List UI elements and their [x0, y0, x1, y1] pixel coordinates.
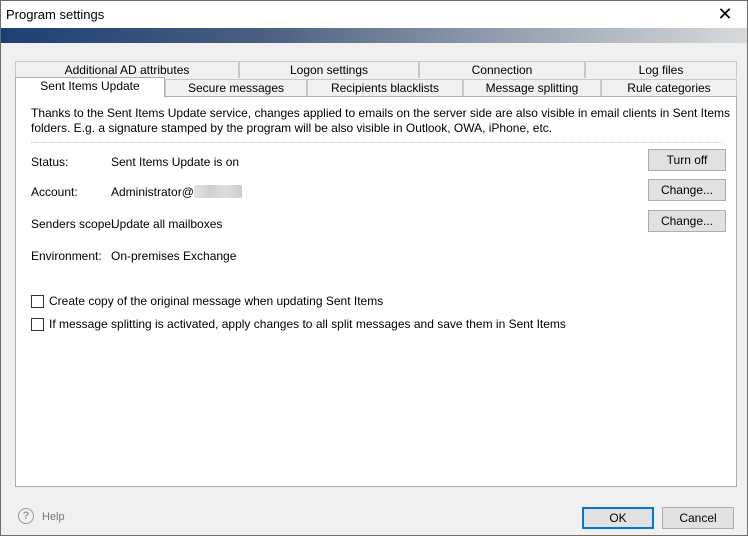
divider — [31, 142, 724, 143]
program-settings-dialog: Program settings ✕ Additional AD attribu… — [0, 0, 748, 536]
ok-button[interactable]: OK — [582, 507, 654, 529]
tab-message-splitting[interactable]: Message splitting — [463, 79, 601, 96]
tab-rule-categories[interactable]: Rule categories — [601, 79, 737, 96]
create-copy-label[interactable]: Create copy of the original message when… — [49, 294, 383, 308]
tab-recipients-blacklists[interactable]: Recipients blacklists — [307, 79, 463, 96]
tab-connection[interactable]: Connection — [419, 61, 585, 78]
help-label: Help — [42, 511, 65, 523]
title-bar: Program settings ✕ — [1, 1, 747, 28]
tab-logon-settings[interactable]: Logon settings — [239, 61, 419, 78]
tab-label: Additional AD attributes — [64, 63, 190, 77]
senders-scope-label: Senders scope: — [31, 217, 115, 231]
environment-value: On-premises Exchange — [111, 249, 237, 263]
close-icon[interactable]: ✕ — [705, 1, 745, 27]
tab-sent-items-update[interactable]: Sent Items Update — [15, 77, 165, 97]
status-value: Sent Items Update is on — [111, 155, 240, 169]
tab-label: Log files — [638, 63, 684, 77]
change-account-button[interactable]: Change... — [648, 179, 726, 201]
tab-label: Message splitting — [485, 81, 579, 95]
sent-items-update-panel: Thanks to the Sent Items Update service,… — [15, 96, 737, 487]
info-text: Thanks to the Sent Items Update service,… — [31, 106, 731, 135]
account-value-wrapper: Administrator@ — [111, 185, 242, 199]
tab-label: Rule categories — [627, 81, 711, 95]
question-icon: ? — [18, 508, 34, 524]
window-title: Program settings — [6, 7, 105, 22]
tab-log-files[interactable]: Log files — [585, 61, 737, 78]
account-label: Account: — [31, 185, 78, 199]
redacted-domain — [193, 185, 242, 198]
tab-label: Connection — [471, 63, 533, 77]
account-value: Administrator@ — [111, 185, 194, 199]
turn-off-button[interactable]: Turn off — [648, 149, 726, 171]
tab-label: Logon settings — [289, 63, 369, 77]
tab-label: Sent Items Update — [40, 79, 140, 93]
status-label: Status: — [31, 155, 69, 169]
environment-label: Environment: — [31, 249, 102, 263]
apply-split-checkbox[interactable] — [31, 318, 44, 331]
change-scope-button[interactable]: Change... — [648, 210, 726, 232]
header-banner — [1, 28, 747, 43]
tab-secure-messages[interactable]: Secure messages — [165, 79, 307, 96]
senders-scope-value: Update all mailboxes — [111, 217, 223, 231]
tab-label: Recipients blacklists — [330, 81, 440, 95]
tab-additional-ad-attributes[interactable]: Additional AD attributes — [15, 61, 239, 78]
apply-split-label[interactable]: If message splitting is activated, apply… — [49, 317, 566, 331]
create-copy-checkbox[interactable] — [31, 295, 44, 308]
cancel-button[interactable]: Cancel — [662, 507, 734, 529]
tab-label: Secure messages — [187, 81, 285, 95]
